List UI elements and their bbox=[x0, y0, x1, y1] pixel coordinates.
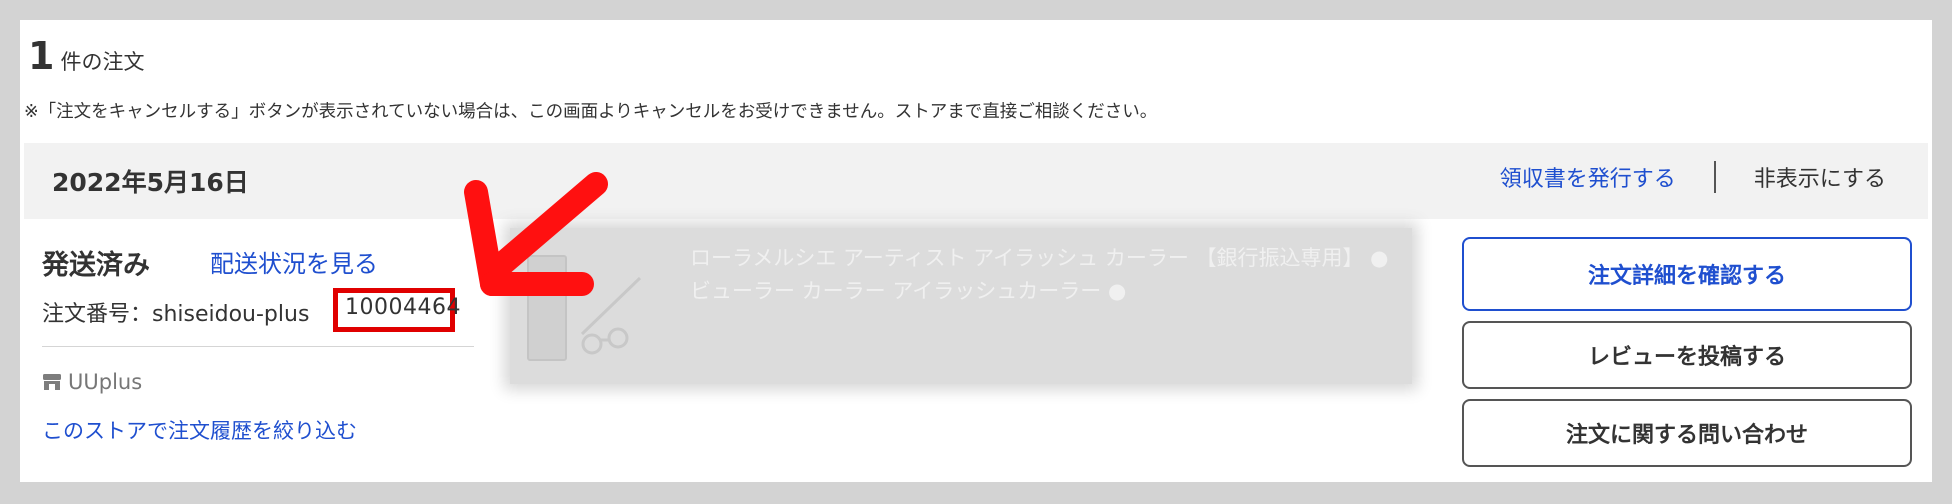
hide-order-link[interactable]: 非表示にする bbox=[1754, 161, 1886, 193]
store-name[interactable]: UUplus bbox=[68, 370, 142, 394]
cancel-notice: ※「注文をキャンセルする」ボタンが表示されていない場合は、この画面よりキャンセル… bbox=[24, 102, 1158, 122]
red-arrow-annotation bbox=[464, 172, 608, 296]
shipping-status: 発送済み bbox=[42, 250, 150, 281]
post-review-button[interactable]: レビューを投稿する bbox=[1462, 321, 1912, 389]
product-title[interactable]: ローラメルシエ アーティスト アイラッシュ カーラー 【銀行振込専用】 ● ビュ… bbox=[690, 242, 1390, 308]
store-info: UUplus bbox=[42, 370, 142, 394]
filter-by-store-link[interactable]: このストアで注文履歴を絞り込む bbox=[42, 415, 357, 445]
order-count-number: 1 bbox=[28, 34, 55, 78]
order-detail-button[interactable]: 注文詳細を確認する bbox=[1462, 237, 1912, 311]
issue-receipt-link[interactable]: 領収書を発行する bbox=[1500, 161, 1676, 193]
order-header-actions: 領収書を発行する 非表示にする bbox=[1500, 161, 1886, 193]
order-number-digits: 10004464 bbox=[345, 295, 461, 320]
order-date: 2022年5月16日 bbox=[52, 168, 249, 197]
order-history-panel: 1 件の注文 ※「注文をキャンセルする」ボタンが表示されていない場合は、この画面… bbox=[20, 20, 1932, 482]
order-info-divider bbox=[42, 346, 474, 347]
order-number-label: 注文番号：shiseidou-plus bbox=[42, 302, 310, 327]
header-divider bbox=[1713, 161, 1716, 193]
order-header: 2022年5月16日 領収書を発行する 非表示にする bbox=[24, 143, 1928, 219]
store-icon bbox=[43, 374, 61, 390]
order-count: 1 件の注文 bbox=[28, 34, 144, 78]
view-tracking-link[interactable]: 配送状況を見る bbox=[210, 244, 378, 279]
order-count-label: 件の注文 bbox=[60, 50, 145, 74]
order-inquiry-button[interactable]: 注文に関する問い合わせ bbox=[1462, 399, 1912, 467]
